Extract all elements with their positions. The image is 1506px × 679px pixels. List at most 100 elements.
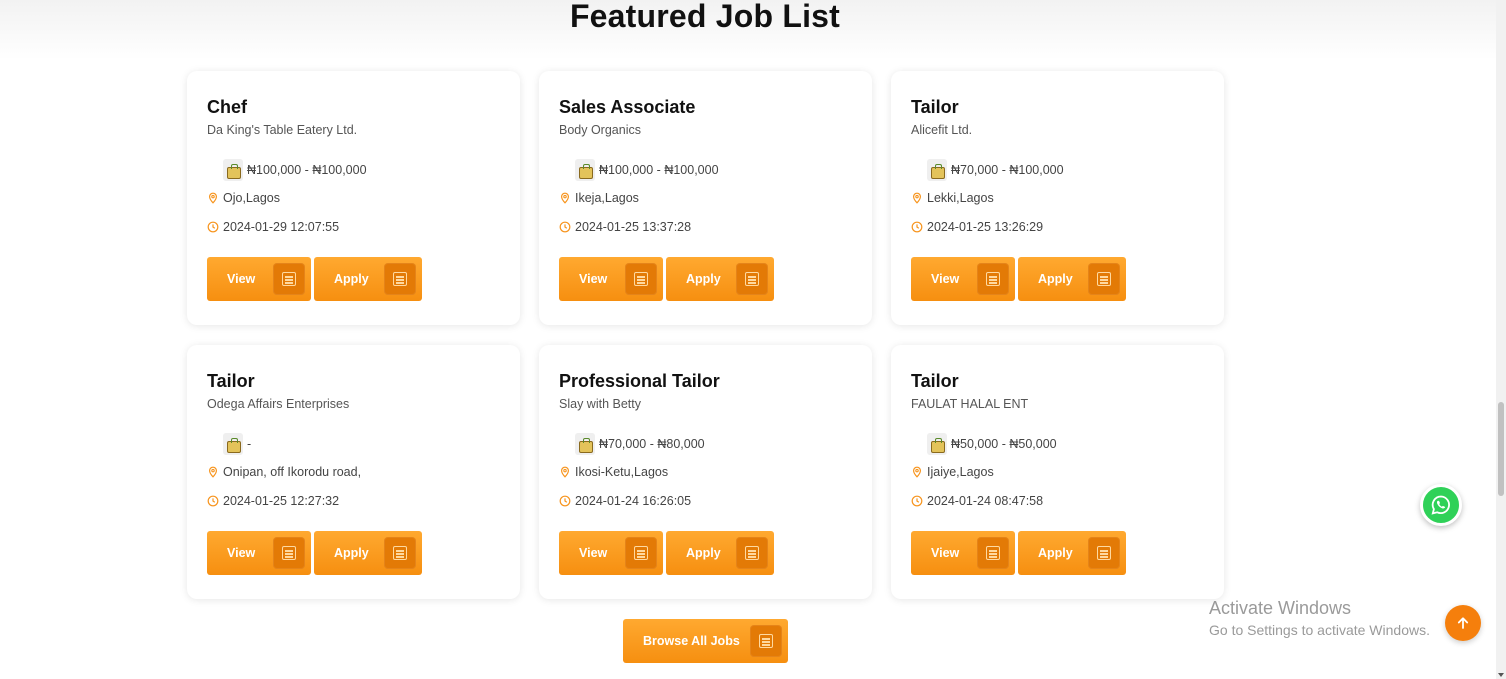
salary-row: ₦70,000 - ₦80,000	[575, 433, 705, 455]
date-row: 2024-01-25 13:26:29	[911, 220, 1043, 234]
clock-icon	[559, 495, 571, 507]
job-card: Professional Tailor Slay with Betty ₦70,…	[539, 345, 872, 599]
job-title[interactable]: Chef	[207, 97, 247, 118]
posted-date: 2024-01-29 12:07:55	[223, 220, 340, 234]
location-row: Ijaiye,Lagos	[911, 465, 994, 479]
salary-range: ₦70,000 - ₦80,000	[599, 437, 705, 451]
clock-icon	[911, 495, 923, 507]
salary-row: ₦50,000 - ₦50,000	[927, 433, 1057, 455]
windows-activation-watermark: Activate Windows Go to Settings to activ…	[1209, 598, 1430, 638]
view-button-label: View	[227, 546, 256, 560]
scrollbar-thumb[interactable]	[1498, 402, 1504, 496]
map-pin-icon	[912, 466, 922, 478]
job-title[interactable]: Tailor	[911, 371, 959, 392]
company-name: Slay with Betty	[559, 397, 641, 411]
location-text: Onipan, off Ikorodu road,	[223, 465, 362, 479]
scroll-to-top-button[interactable]	[1445, 605, 1481, 641]
date-row: 2024-01-29 12:07:55	[207, 220, 339, 234]
money-bag-icon	[223, 159, 243, 181]
apply-button-label: Apply	[1038, 272, 1073, 286]
apply-button[interactable]: Apply	[1018, 531, 1126, 575]
money-bag-icon	[927, 433, 947, 455]
location-row: Ojo,Lagos	[207, 191, 280, 205]
location-text: Ikosi-Ketu,Lagos	[575, 465, 669, 479]
money-bag-icon	[575, 433, 595, 455]
posted-date: 2024-01-24 08:47:58	[927, 494, 1044, 508]
map-pin-icon	[560, 466, 570, 478]
date-row: 2024-01-25 12:27:32	[207, 494, 339, 508]
job-card: Tailor Alicefit Ltd. ₦70,000 - ₦100,000 …	[891, 71, 1224, 325]
job-title[interactable]: Professional Tailor	[559, 371, 720, 392]
job-title[interactable]: Tailor	[207, 371, 255, 392]
view-button[interactable]: View	[911, 257, 1015, 301]
posted-date: 2024-01-25 13:37:28	[575, 220, 692, 234]
salary-row: ₦100,000 - ₦100,000	[575, 159, 719, 181]
company-name: Da King's Table Eatery Ltd.	[207, 123, 358, 137]
salary-row: ₦100,000 - ₦100,000	[223, 159, 367, 181]
apply-button[interactable]: Apply	[314, 531, 422, 575]
view-button[interactable]: View	[207, 531, 311, 575]
arrow-up-icon	[1457, 617, 1469, 629]
view-button[interactable]: View	[911, 531, 1015, 575]
clock-icon	[559, 221, 571, 233]
job-card: Sales Associate Body Organics ₦100,000 -…	[539, 71, 872, 325]
apply-button[interactable]: Apply	[666, 531, 774, 575]
document-icon	[384, 537, 416, 569]
view-button-label: View	[227, 272, 256, 286]
money-bag-icon	[927, 159, 947, 181]
location-row: Onipan, off Ikorodu road,	[207, 465, 361, 479]
clock-icon	[207, 221, 219, 233]
money-bag-icon	[223, 433, 243, 455]
watermark-title: Activate Windows	[1209, 598, 1352, 618]
document-icon	[273, 537, 305, 569]
document-icon	[625, 263, 657, 295]
clock-icon	[911, 221, 923, 233]
apply-button-label: Apply	[686, 546, 721, 560]
document-icon	[736, 263, 768, 295]
whatsapp-chat-button[interactable]	[1420, 484, 1462, 526]
salary-range: ₦70,000 - ₦100,000	[951, 163, 1064, 177]
document-icon	[273, 263, 305, 295]
document-icon	[1088, 263, 1120, 295]
map-pin-icon	[208, 192, 218, 204]
view-button-label: View	[579, 272, 608, 286]
salary-row: ₦70,000 - ₦100,000	[927, 159, 1064, 181]
view-button[interactable]: View	[559, 257, 663, 301]
apply-button[interactable]: Apply	[314, 257, 422, 301]
salary-range: ₦50,000 - ₦50,000	[951, 437, 1057, 451]
date-row: 2024-01-24 08:47:58	[911, 494, 1043, 508]
apply-button[interactable]: Apply	[666, 257, 774, 301]
salary-row: -	[223, 433, 251, 455]
view-button[interactable]: View	[207, 257, 311, 301]
document-icon	[750, 625, 782, 657]
company-name: Odega Affairs Enterprises	[207, 397, 350, 411]
apply-button-label: Apply	[1038, 546, 1073, 560]
posted-date: 2024-01-25 12:27:32	[223, 494, 340, 508]
document-icon	[977, 263, 1009, 295]
clock-icon	[207, 495, 219, 507]
posted-date: 2024-01-24 16:26:05	[575, 494, 692, 508]
job-card: Tailor FAULAT HALAL ENT ₦50,000 - ₦50,00…	[891, 345, 1224, 599]
job-card: Tailor Odega Affairs Enterprises - Onipa…	[187, 345, 520, 599]
date-row: 2024-01-24 16:26:05	[559, 494, 691, 508]
view-button-label: View	[931, 272, 960, 286]
company-name: Alicefit Ltd.	[911, 123, 973, 137]
view-button-label: View	[931, 546, 960, 560]
location-row: Ikosi-Ketu,Lagos	[559, 465, 668, 479]
page-scrollbar[interactable]	[1496, 0, 1506, 679]
salary-range: ₦100,000 - ₦100,000	[599, 163, 719, 177]
apply-button[interactable]: Apply	[1018, 257, 1126, 301]
job-title[interactable]: Sales Associate	[559, 97, 695, 118]
browse-all-jobs-button[interactable]: Browse All Jobs	[623, 619, 788, 663]
location-text: Ojo,Lagos	[223, 191, 280, 205]
job-card: Chef Da King's Table Eatery Ltd. ₦100,00…	[187, 71, 520, 325]
scroll-down-arrow-icon[interactable]	[1498, 673, 1504, 677]
view-button[interactable]: View	[559, 531, 663, 575]
job-title[interactable]: Tailor	[911, 97, 959, 118]
apply-button-label: Apply	[334, 272, 369, 286]
browse-all-jobs-label: Browse All Jobs	[643, 634, 740, 648]
map-pin-icon	[208, 466, 218, 478]
company-name: Body Organics	[559, 123, 641, 137]
date-row: 2024-01-25 13:37:28	[559, 220, 691, 234]
location-text: Ijaiye,Lagos	[927, 465, 994, 479]
